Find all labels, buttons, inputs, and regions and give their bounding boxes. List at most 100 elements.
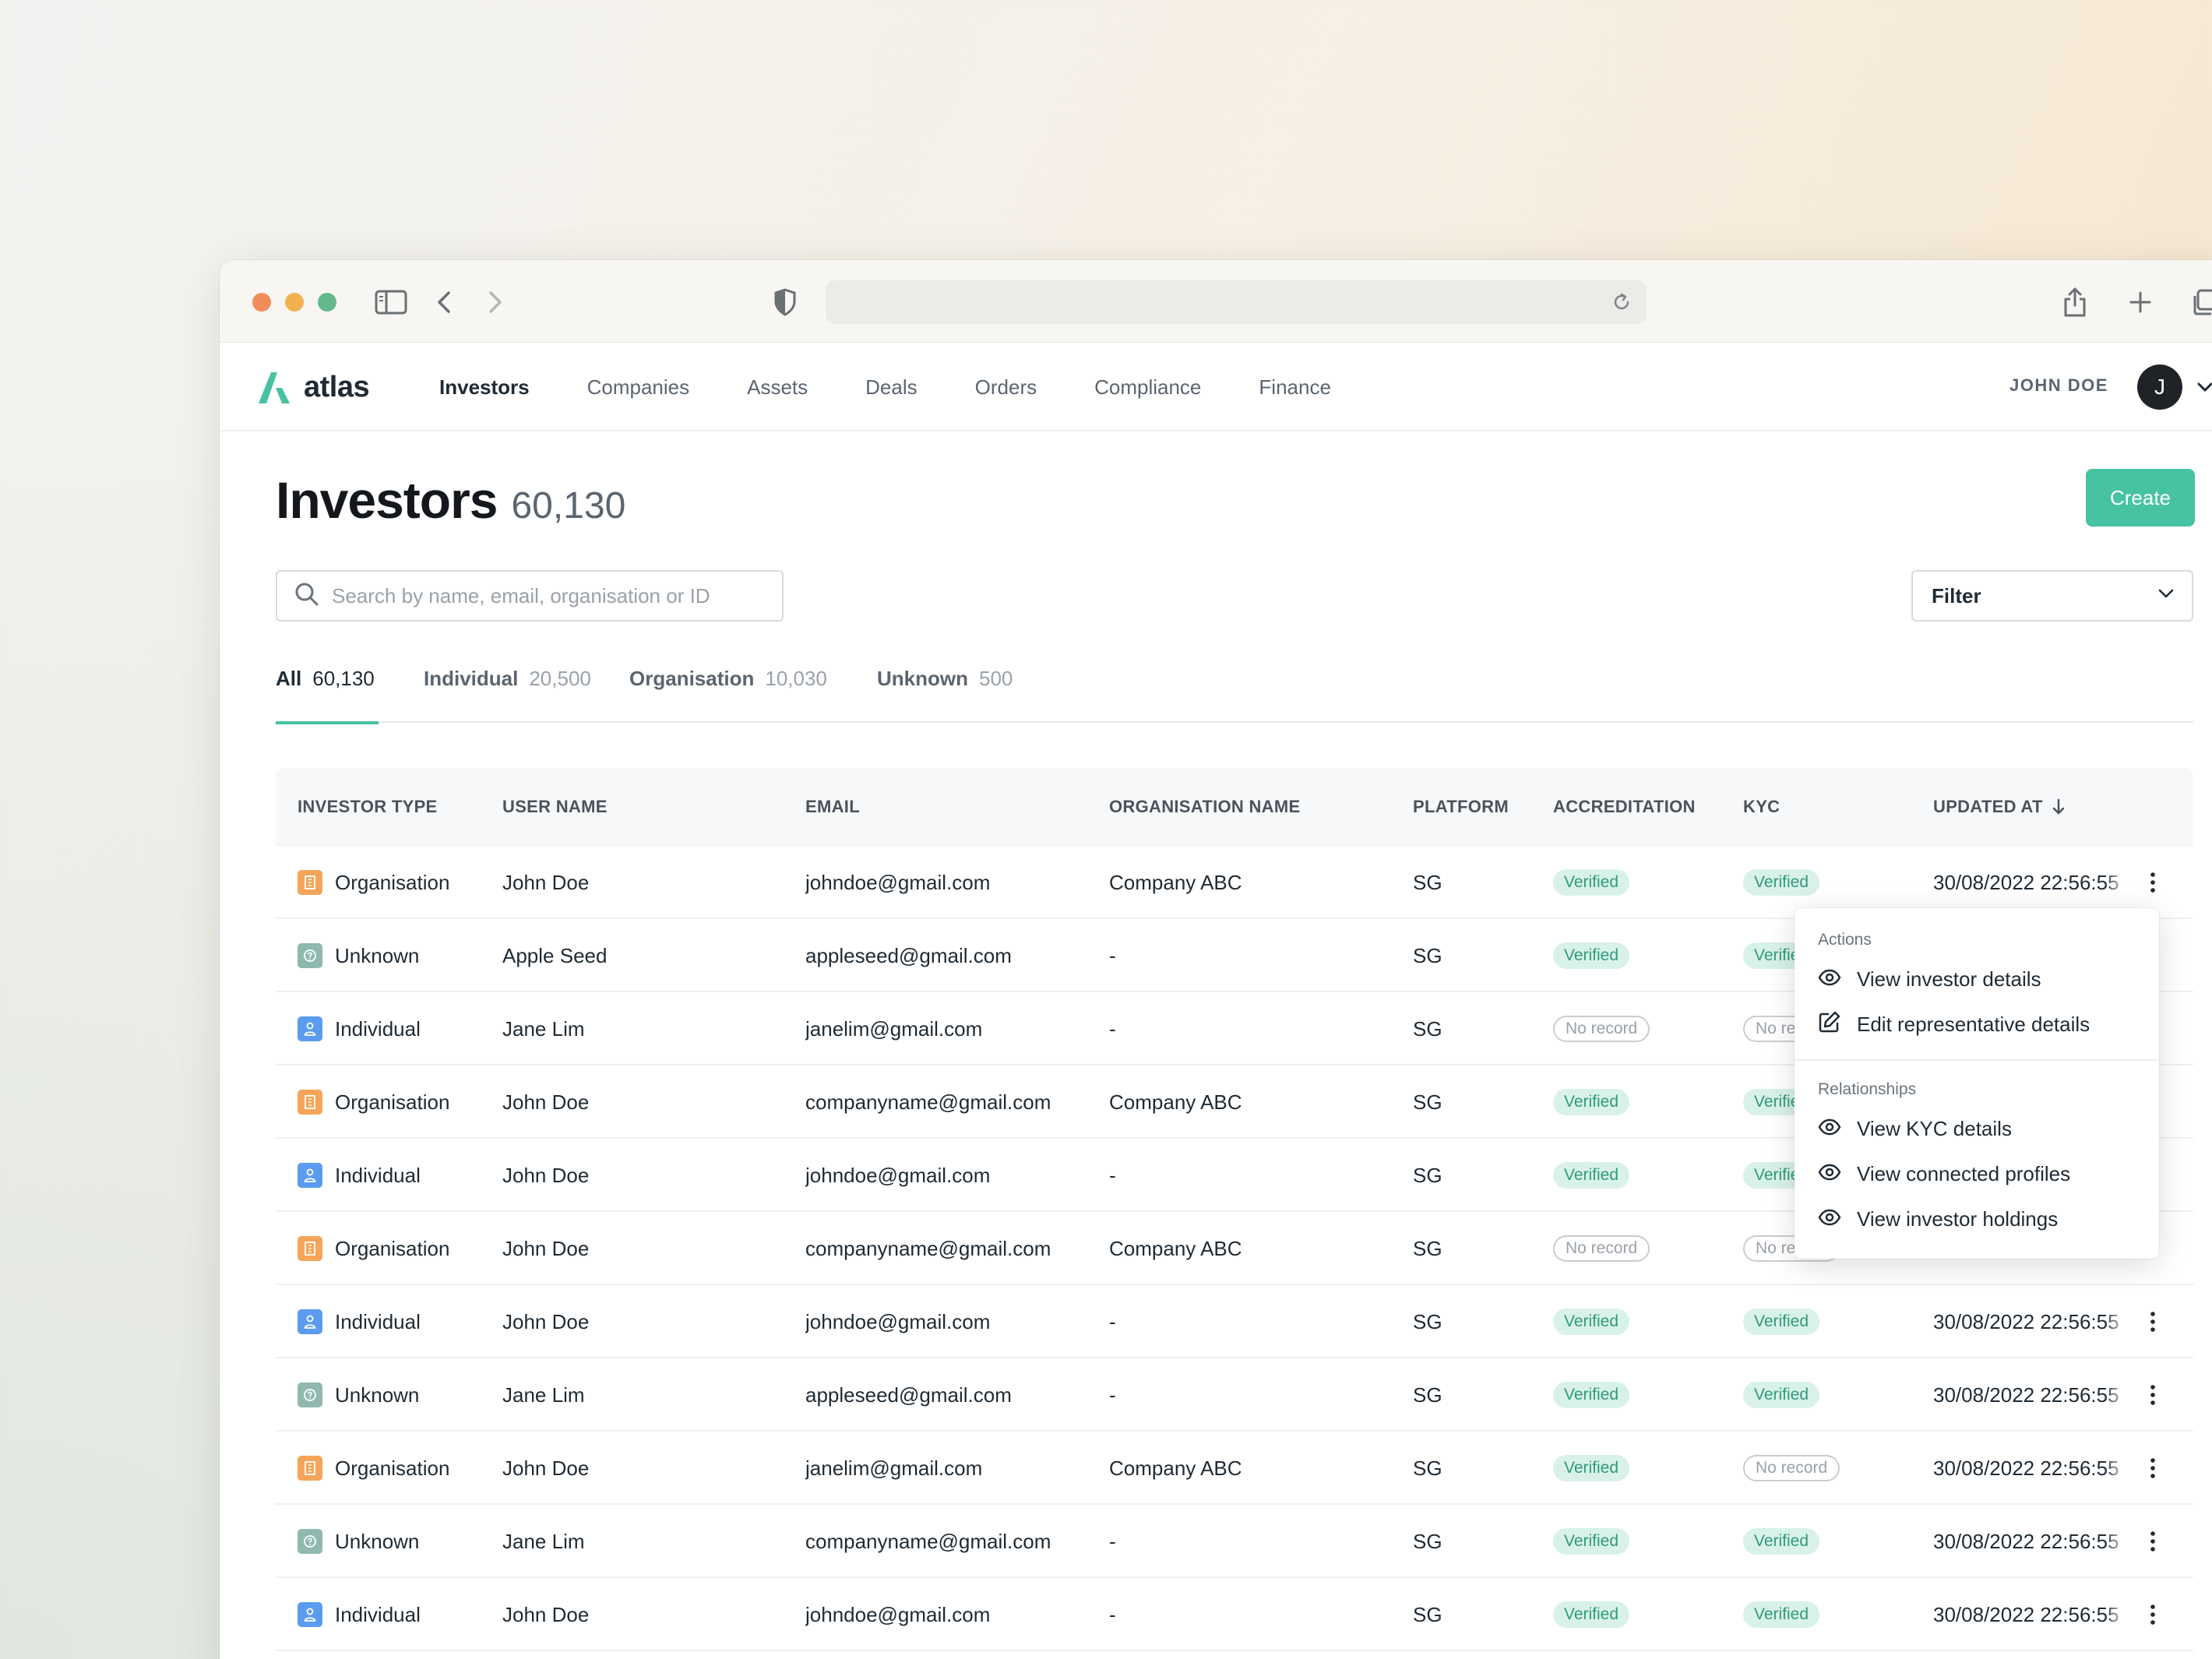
cell-email: appleseed@gmail.com	[805, 943, 1012, 967]
nav-item-compliance[interactable]: Compliance	[1094, 375, 1201, 400]
forward-icon[interactable]	[477, 284, 514, 321]
table-row[interactable]: Unknown Jane Lim companyname@gmail.com -…	[276, 1505, 2193, 1578]
cell-organisation-name: Company ABC	[1109, 1236, 1242, 1260]
brand-logo[interactable]: atlas	[255, 369, 370, 405]
column-platform[interactable]: PLATFORM	[1413, 768, 1509, 846]
cell-platform: SG	[1413, 1529, 1442, 1553]
accreditation-status-badge: Verified	[1553, 1089, 1630, 1115]
investor-type-text: Individual	[335, 1309, 421, 1333]
filter-label: Filter	[1932, 583, 1981, 608]
back-icon[interactable]	[425, 284, 463, 321]
kyc-status-badge: Verified	[1743, 869, 1820, 896]
column-email[interactable]: EMAIL	[805, 768, 860, 846]
cell-email: companyname@gmail.com	[805, 1090, 1051, 1114]
filter-dropdown[interactable]: Filter	[1911, 570, 2193, 622]
column-updated-at[interactable]: UPDATED AT	[1933, 768, 2066, 846]
cell-email: companyname@gmail.com	[805, 1529, 1051, 1553]
accreditation-status-badge: Verified	[1553, 1162, 1630, 1189]
new-tab-icon[interactable]	[2122, 284, 2159, 321]
nav-item-companies[interactable]: Companies	[587, 375, 690, 400]
chevron-down-icon[interactable]	[2195, 377, 2212, 401]
cell-updated-at: 30/08/2022 22:56:55	[1933, 1602, 2119, 1626]
table-row[interactable]: Individual John Doe johndoe@gmail.com - …	[276, 1578, 2193, 1651]
column-kyc[interactable]: KYC	[1743, 768, 1780, 846]
menu-section-relationships: Relationships	[1818, 1080, 1917, 1098]
accreditation-status-badge: No record	[1553, 1016, 1650, 1042]
cell-user-name: John Doe	[502, 1456, 590, 1480]
column-investor-type[interactable]: INVESTOR TYPE	[298, 768, 438, 846]
menu-item-view-connected-profiles[interactable]: View connected profiles	[1795, 1151, 2159, 1196]
browser-window: atlas Investors Companies Assets Deals O…	[220, 260, 2212, 1659]
tab-overview-icon[interactable]	[2186, 284, 2212, 321]
investor-type-text: Unknown	[335, 1529, 420, 1553]
building-icon	[298, 1236, 322, 1261]
eye-icon	[1818, 967, 1841, 992]
more-options-icon[interactable]	[2137, 1432, 2168, 1505]
more-options-icon[interactable]	[2137, 1285, 2168, 1358]
table-row[interactable]: Unknown Jane Lim appleseed@gmail.com - S…	[276, 1358, 2193, 1432]
share-icon[interactable]	[2056, 284, 2094, 321]
more-options-icon[interactable]	[2137, 1505, 2168, 1578]
tab-organisation[interactable]: Organisation 10,030	[629, 634, 827, 723]
avatar[interactable]: J	[2137, 365, 2182, 410]
cell-user-name: John Doe	[502, 870, 590, 894]
cell-investor-type: Organisation	[298, 1212, 449, 1285]
cell-organisation-name: -	[1109, 943, 1116, 967]
more-options-icon[interactable]	[2137, 1358, 2168, 1432]
table-row[interactable]: Organisation John Doe janelim@gmail.com …	[276, 1432, 2193, 1505]
tab-unknown[interactable]: Unknown 500	[877, 634, 1013, 723]
table-row[interactable]: Individual John Doe johndoe@gmail.com - …	[276, 1285, 2193, 1358]
cell-user-name: John Doe	[502, 1163, 590, 1187]
column-organisation-name[interactable]: ORGANISATION NAME	[1109, 768, 1300, 846]
column-user-name[interactable]: USER NAME	[502, 768, 608, 846]
person-icon	[298, 1602, 322, 1627]
search-field[interactable]	[276, 570, 784, 622]
cell-investor-type: Unknown	[298, 919, 419, 992]
close-window-button[interactable]	[252, 293, 271, 312]
investor-type-text: Organisation	[335, 1090, 450, 1114]
menu-item-view-investor-details[interactable]: View investor details	[1795, 956, 2159, 1002]
cell-investor-type: Individual	[298, 1139, 421, 1212]
maximize-window-button[interactable]	[318, 293, 336, 312]
nav-item-orders[interactable]: Orders	[975, 375, 1037, 400]
investor-type-text: Individual	[335, 1163, 421, 1187]
more-options-icon[interactable]	[2137, 1578, 2168, 1651]
nav-item-finance[interactable]: Finance	[1259, 375, 1331, 400]
cell-user-name: Jane Lim	[502, 1382, 585, 1407]
accreditation-status-badge: Verified	[1553, 869, 1630, 896]
cell-organisation-name: Company ABC	[1109, 870, 1242, 894]
tab-all[interactable]: All 60,130	[276, 634, 379, 724]
building-icon	[298, 1090, 322, 1115]
tab-individual[interactable]: Individual 20,500	[424, 634, 591, 723]
eye-icon	[1818, 1162, 1841, 1186]
menu-item-view-investor-holdings[interactable]: View investor holdings	[1795, 1196, 2159, 1242]
accreditation-status-badge: Verified	[1553, 942, 1630, 969]
create-button[interactable]: Create	[2086, 469, 2195, 527]
nav-item-deals[interactable]: Deals	[865, 375, 917, 400]
cell-user-name: Apple Seed	[502, 943, 608, 967]
investor-count: 60,130	[511, 485, 626, 527]
address-bar[interactable]	[826, 280, 1647, 324]
tab-label: Unknown	[877, 666, 968, 690]
accreditation-status-badge: Verified	[1553, 1455, 1630, 1481]
menu-item-label: Edit representative details	[1857, 1012, 2090, 1036]
user-name[interactable]: JOHN DOE	[2009, 375, 2108, 396]
sidebar-toggle-icon[interactable]	[372, 284, 410, 321]
shield-icon[interactable]	[766, 284, 804, 321]
building-icon	[298, 1456, 322, 1481]
kyc-status-badge: Verified	[1743, 1528, 1820, 1555]
cell-kyc: Verified	[1743, 1358, 1820, 1432]
cell-organisation-name: -	[1109, 1602, 1116, 1626]
minimize-window-button[interactable]	[285, 293, 304, 312]
cell-organisation-name: -	[1109, 1309, 1116, 1333]
reload-icon[interactable]	[1611, 291, 1633, 317]
nav-item-investors[interactable]: Investors	[439, 375, 530, 400]
question-icon	[298, 1529, 322, 1554]
cell-investor-type: Individual	[298, 1285, 421, 1358]
nav-item-assets[interactable]: Assets	[747, 375, 808, 400]
column-accreditation[interactable]: ACCREDITATION	[1553, 768, 1696, 846]
menu-item-edit-representative-details[interactable]: Edit representative details	[1795, 1002, 2159, 1047]
menu-item-view-kyc-details[interactable]: View KYC details	[1795, 1106, 2159, 1151]
search-input[interactable]	[332, 583, 768, 608]
browser-toolbar	[220, 260, 2212, 343]
